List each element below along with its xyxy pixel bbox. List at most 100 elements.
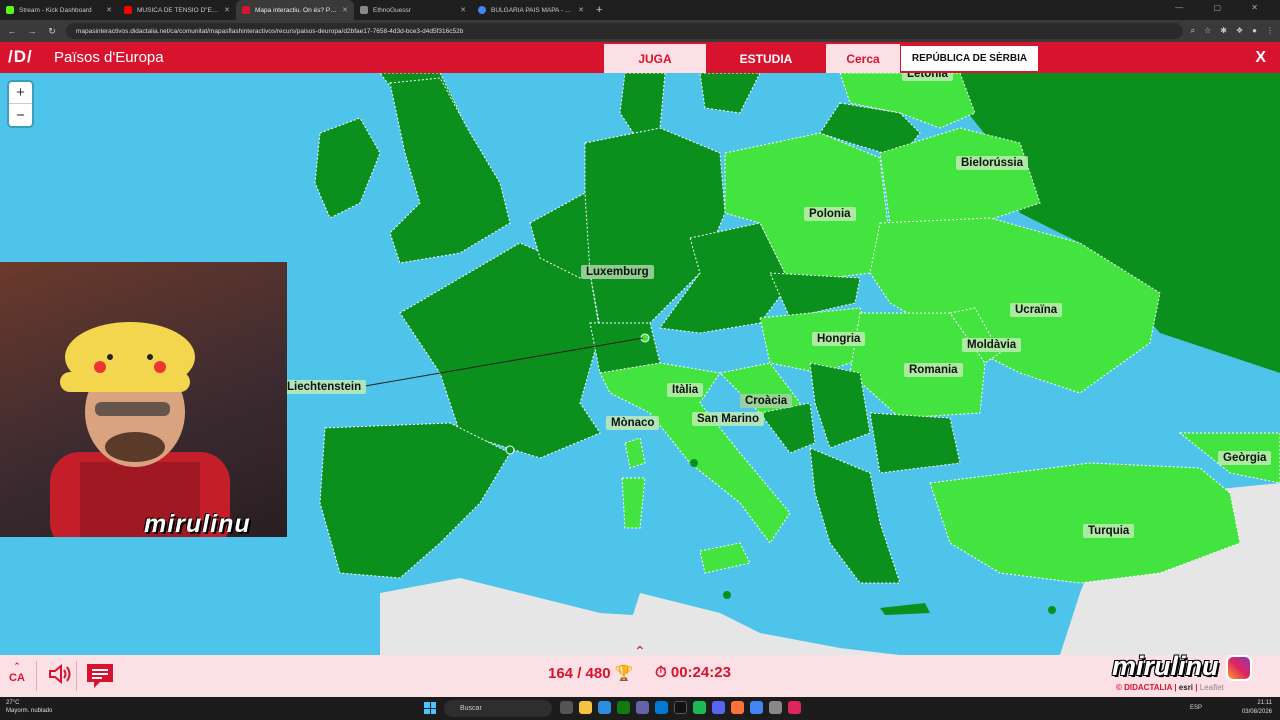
expand-panel-chevron-icon[interactable]: ⌃: [634, 643, 646, 660]
reload-icon[interactable]: ↻: [46, 26, 58, 37]
study-button[interactable]: ESTUDIA: [706, 44, 826, 73]
tiktok-live-icon[interactable]: [788, 701, 801, 714]
close-tab-icon[interactable]: ✕: [460, 6, 466, 14]
score-display: 164 / 480 🏆: [548, 664, 633, 682]
timer-display: ⏱ 00:24:23: [655, 664, 731, 681]
browser-tab-bar: Stream - Kick Dashboard ✕ MÚSICA DE TENS…: [0, 0, 1280, 20]
didactalia-logo[interactable]: /D/: [8, 47, 33, 67]
browser-tab-youtube[interactable]: MÚSICA DE TENSIÓ D"EL... ✕: [118, 0, 236, 20]
input-language[interactable]: ESP: [1190, 705, 1202, 711]
app-footer: ⌃ CA ⌃ 164 / 480 🏆 ⏱ 00:24:23 mirulinu ©…: [0, 643, 1280, 697]
stream-overlay-name: mirulinu: [144, 510, 251, 538]
score-value: 164 / 480: [548, 665, 611, 682]
label-polonia[interactable]: Polonia: [804, 207, 856, 221]
google-favicon-icon: [478, 6, 486, 14]
close-tab-icon[interactable]: ✕: [578, 6, 584, 14]
teams-icon[interactable]: [636, 701, 649, 714]
label-san-marino[interactable]: San Marino: [692, 412, 764, 426]
obs-icon[interactable]: [769, 701, 782, 714]
label-romania[interactable]: Romania: [904, 363, 963, 377]
didactalia-credit[interactable]: © DIDACTALIA: [1116, 683, 1172, 692]
close-tab-icon[interactable]: ✕: [106, 6, 112, 14]
browser-tab-ethnoguessr[interactable]: EthnoGuessr ✕: [354, 0, 472, 20]
system-clock[interactable]: 21:11 03/08/2026: [1242, 699, 1272, 717]
task-view-icon[interactable]: [560, 701, 573, 714]
url-field[interactable]: mapasinteractivos.didactalia.net/ca/comu…: [66, 23, 1183, 39]
kick-favicon-icon: [6, 6, 14, 14]
streamer-brand-logo: mirulinu: [1112, 651, 1219, 681]
malta-dot: [723, 591, 731, 599]
label-moldavia[interactable]: Moldàvia: [962, 338, 1022, 352]
bookmark-star-icon[interactable]: ☆: [1204, 26, 1211, 36]
forward-icon[interactable]: →: [26, 26, 38, 36]
extension-icon[interactable]: ✱: [1220, 26, 1227, 36]
tab-label: EthnoGuessr: [373, 6, 411, 14]
language-code: CA: [9, 672, 25, 684]
corsica-sardinia: [621, 437, 646, 529]
label-luxemburg[interactable]: Luxemburg: [581, 265, 654, 279]
play-button[interactable]: JUGA: [604, 44, 706, 73]
label-croacia[interactable]: Croàcia: [740, 394, 793, 408]
leaflet-credit[interactable]: Leaflet: [1200, 683, 1224, 692]
didactalia-favicon-icon: [242, 6, 250, 14]
weather-widget[interactable]: 27°C Mayorm. nublado: [6, 699, 52, 715]
browser-tab-kick[interactable]: Stream - Kick Dashboard ✕: [0, 0, 118, 20]
label-hongria[interactable]: Hongria: [812, 332, 866, 346]
zoom-in-button[interactable]: +: [9, 82, 32, 104]
zoom-icon[interactable]: ⌕: [1191, 26, 1195, 36]
label-ucraina[interactable]: Ucraïna: [1010, 303, 1063, 317]
sweden: [699, 73, 761, 114]
label-bielorussia[interactable]: Bielorússia: [956, 156, 1028, 170]
search-button[interactable]: Cerca: [826, 44, 900, 73]
chrome-icon[interactable]: [750, 701, 763, 714]
taskbar-pinned-apps: [560, 701, 801, 714]
zoom-out-button[interactable]: −: [9, 104, 32, 126]
menu-icon[interactable]: ⋮: [1266, 26, 1274, 36]
back-icon[interactable]: ←: [6, 26, 18, 36]
windows-start-icon[interactable]: [424, 702, 436, 714]
page-title: Països d'Europa: [54, 49, 164, 66]
cyprus-dot: [1048, 606, 1056, 614]
weather-temp: 27°C: [6, 700, 20, 706]
sicily: [699, 542, 751, 574]
united-kingdom: [389, 77, 511, 264]
map-credits: © DIDACTALIA | esri | Leaflet: [1116, 683, 1224, 692]
timer-value: 00:24:23: [670, 664, 731, 681]
close-tab-icon[interactable]: ✕: [224, 6, 230, 14]
current-question: REPÚBLICA DE SÈRBIA: [901, 46, 1038, 71]
esri-credit[interactable]: esri: [1179, 683, 1193, 692]
label-monaco[interactable]: Mònaco: [606, 416, 660, 430]
browser-tab-mapa[interactable]: Mapa interactiu. On és? Països... ✕: [236, 0, 354, 20]
sound-icon[interactable]: [48, 663, 72, 685]
crete: [880, 603, 930, 615]
store-icon[interactable]: [655, 701, 668, 714]
windows-taskbar: 27°C Mayorm. nublado Buscar ESP 21:11 03…: [0, 697, 1280, 720]
firefox-icon[interactable]: [731, 701, 744, 714]
divider: [36, 661, 37, 691]
close-tab-icon[interactable]: ✕: [342, 6, 348, 14]
chat-icon[interactable]: [86, 663, 114, 689]
file-explorer-icon[interactable]: [579, 701, 592, 714]
close-button[interactable]: X: [1255, 49, 1266, 67]
browser-address-bar: ← → ↻ mapasinteractivos.didactalia.net/c…: [0, 20, 1280, 42]
edge-icon[interactable]: [598, 701, 611, 714]
label-georgia[interactable]: Geòrgia: [1218, 451, 1272, 465]
tiktok-icon[interactable]: [674, 701, 687, 714]
label-turquia[interactable]: Turquia: [1083, 524, 1135, 538]
discord-icon[interactable]: [712, 701, 725, 714]
label-liechtenstein[interactable]: Liechtenstein: [282, 380, 367, 394]
language-selector[interactable]: ⌃ CA: [8, 661, 26, 684]
puzzle-icon[interactable]: ❖: [1236, 26, 1243, 36]
youtube-favicon-icon: [124, 6, 132, 14]
ireland: [314, 117, 381, 219]
taskbar-search[interactable]: Buscar: [444, 700, 552, 717]
xbox-icon[interactable]: [617, 701, 630, 714]
spotify-icon[interactable]: [693, 701, 706, 714]
label-italia[interactable]: Itàlia: [667, 383, 704, 397]
profile-icon[interactable]: ●: [1252, 26, 1257, 36]
new-tab-button[interactable]: +: [590, 4, 608, 16]
label-letonia[interactable]: Letònia: [902, 73, 953, 81]
window-controls[interactable]: — ▢ ✕: [1175, 3, 1272, 12]
stopwatch-icon: ⏱: [655, 664, 667, 681]
browser-tab-google[interactable]: BULGARIA PAIS MAPA - Cerca... ✕: [472, 0, 590, 20]
